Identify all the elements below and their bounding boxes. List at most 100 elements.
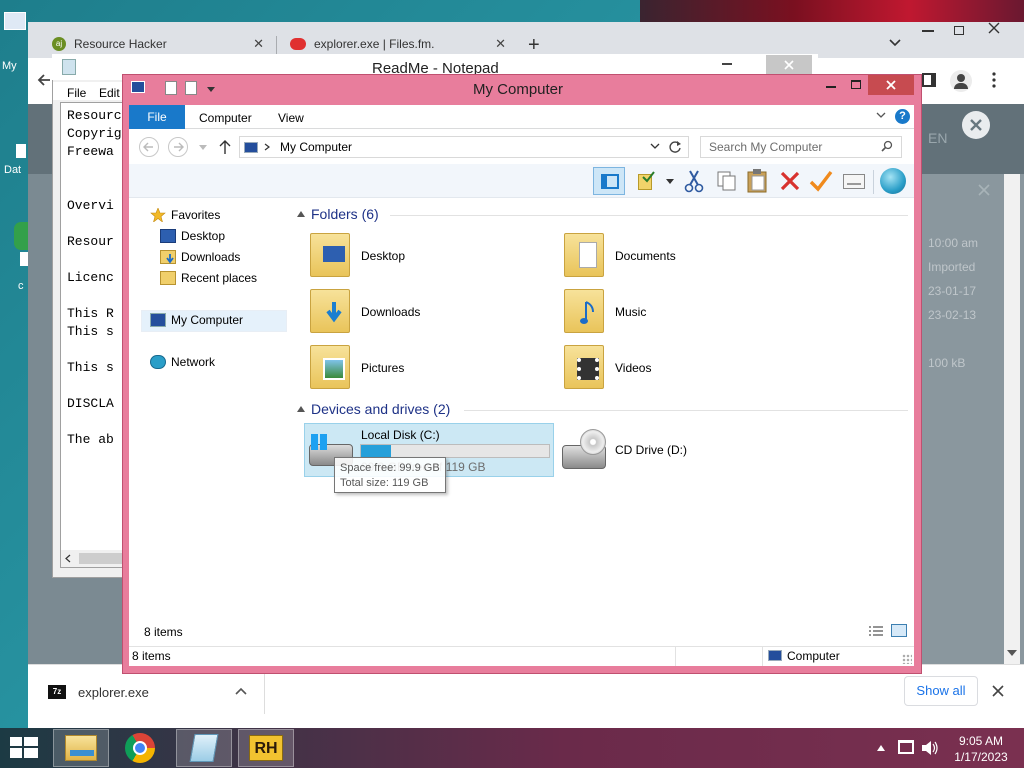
paste-icon[interactable]	[746, 168, 770, 194]
desktop-icon-data[interactable]: Dat	[2, 140, 28, 180]
show-hidden-icons-icon[interactable]	[877, 745, 885, 751]
show-all-button[interactable]: Show all	[904, 676, 978, 706]
chrome-close-icon[interactable]	[988, 22, 1000, 34]
taskbar-chrome[interactable]	[112, 729, 168, 767]
chrome-minimize-button[interactable]	[922, 30, 934, 32]
devices-collapse-icon[interactable]	[297, 406, 305, 412]
cut-icon[interactable]	[684, 169, 704, 193]
nav-favorites[interactable]: Favorites	[150, 208, 220, 222]
taskbar-notepad[interactable]	[176, 729, 232, 767]
preview-pane-icon[interactable]	[593, 167, 625, 195]
chrome-maximize-button[interactable]	[954, 26, 964, 35]
folder-tile-desktop[interactable]: Desktop	[306, 229, 546, 281]
folder-tile-videos[interactable]: Videos	[560, 341, 800, 393]
folders-collapse-icon[interactable]	[297, 211, 305, 217]
details-view-icon[interactable]	[868, 625, 884, 637]
forward-arrow-icon[interactable]	[168, 137, 188, 157]
qat-newfolder-icon[interactable]	[185, 81, 197, 95]
folder-tile-documents[interactable]: Documents	[560, 229, 800, 281]
notepad-text-line: This R	[67, 306, 114, 321]
nav-network[interactable]: Network	[150, 355, 215, 369]
download-chevron-up-icon[interactable]	[234, 686, 248, 696]
help-icon[interactable]: ?	[895, 109, 910, 124]
explorer-maximize-button[interactable]	[851, 80, 861, 89]
address-bar[interactable]: My Computer	[239, 136, 689, 158]
taskbar-resource-hacker[interactable]: RH	[238, 729, 294, 767]
back-arrow-icon[interactable]	[139, 137, 159, 157]
toolbar-separator	[873, 170, 874, 194]
qat-properties-icon[interactable]	[165, 81, 177, 95]
nav-downloads[interactable]: Downloads	[160, 250, 240, 264]
notepad-hscrollbar[interactable]	[61, 550, 129, 567]
scroll-left-arrow-icon[interactable]	[65, 554, 71, 563]
large-icons-view-icon[interactable]	[891, 624, 907, 637]
green-app-icon	[14, 222, 28, 250]
chrome-menu-icon[interactable]	[992, 72, 996, 88]
recent-locations-chevron-icon[interactable]	[199, 145, 207, 150]
folder-tile-music[interactable]: Music	[560, 285, 800, 337]
notepad-menu-edit[interactable]: Edit	[99, 86, 120, 100]
nav-desktop[interactable]: Desktop	[160, 229, 225, 243]
refresh-icon[interactable]	[668, 140, 682, 154]
page-scrollbar[interactable]	[1004, 174, 1020, 664]
tab-close-icon[interactable]: ✕	[253, 36, 264, 52]
chrome-back-icon[interactable]	[36, 72, 52, 88]
ribbon-tab-file[interactable]: File	[129, 105, 185, 129]
recent-places-icon	[160, 271, 176, 285]
address-dropdown-icon[interactable]	[650, 143, 660, 150]
breadcrumb-chevron-icon[interactable]	[264, 143, 270, 151]
scroll-down-arrow-icon[interactable]	[1007, 650, 1017, 656]
download-filename: explorer.exe	[78, 684, 149, 700]
properties-check-icon[interactable]	[636, 170, 656, 192]
toolbar-dropdown-icon[interactable]	[666, 179, 674, 184]
copy-icon[interactable]	[716, 170, 738, 192]
ribbon-tab-computer[interactable]: Computer	[199, 111, 252, 125]
clock[interactable]: 9:05 AM 1/17/2023	[944, 733, 1018, 765]
modal-close-icon[interactable]	[962, 111, 990, 139]
ribbon-tab-view[interactable]: View	[278, 111, 304, 125]
notepad-minimize-button[interactable]	[722, 63, 732, 65]
devices-group-header[interactable]: Devices and drives (2)	[311, 401, 450, 417]
search-input[interactable]: Search My Computer	[700, 136, 902, 158]
notepad-close-button[interactable]	[766, 55, 812, 75]
desktop-icon-other[interactable]: c	[8, 222, 28, 292]
network-tray-icon[interactable]	[898, 740, 914, 754]
network-icon	[150, 355, 166, 369]
rename-check-icon[interactable]	[809, 169, 833, 193]
resize-grip-icon[interactable]	[902, 654, 912, 664]
taskbar-file-explorer[interactable]	[53, 729, 109, 767]
sidepanel-icon[interactable]	[922, 73, 936, 87]
explorer-close-button[interactable]	[868, 75, 914, 95]
search-icon[interactable]	[881, 140, 893, 152]
computer-icon	[4, 12, 26, 30]
keyboard-icon[interactable]	[843, 174, 865, 189]
up-arrow-icon[interactable]	[218, 139, 232, 155]
drive-tile-d[interactable]: CD Drive (D:)	[558, 423, 808, 477]
folder-tile-pictures[interactable]: Pictures	[306, 341, 546, 393]
scroll-thumb[interactable]	[79, 553, 125, 564]
computer-icon	[768, 650, 782, 661]
language-label[interactable]: EN	[928, 130, 947, 146]
nav-recent-places[interactable]: Recent places	[160, 271, 257, 285]
panel-close-icon[interactable]	[978, 184, 990, 196]
folders-group-header[interactable]: Folders (6)	[311, 206, 379, 222]
pictures-folder-icon	[310, 345, 350, 389]
globe-icon[interactable]	[880, 168, 906, 194]
notepad-menu-file[interactable]: File	[67, 86, 86, 100]
download-item[interactable]: 7z explorer.exe	[40, 672, 262, 712]
tab-search-chevron-icon[interactable]	[888, 38, 902, 48]
explorer-system-icon[interactable]	[131, 81, 145, 93]
qat-dropdown-icon[interactable]	[207, 87, 215, 93]
ribbon-expand-chevron-icon[interactable]	[876, 112, 886, 119]
profile-avatar-icon[interactable]	[950, 70, 972, 92]
download-bar-close-icon[interactable]	[992, 685, 1004, 697]
notepad-text-line: Freewa	[67, 144, 114, 159]
explorer-minimize-button[interactable]	[826, 86, 836, 88]
volume-icon[interactable]	[921, 740, 939, 756]
nav-my-computer[interactable]: My Computer	[150, 313, 243, 327]
tab-close-icon[interactable]: ✕	[495, 36, 506, 52]
start-button[interactable]	[0, 728, 48, 768]
folder-tile-downloads[interactable]: Downloads	[306, 285, 546, 337]
desktop-icon-my-computer[interactable]: My	[2, 10, 28, 72]
delete-icon[interactable]	[779, 170, 801, 192]
